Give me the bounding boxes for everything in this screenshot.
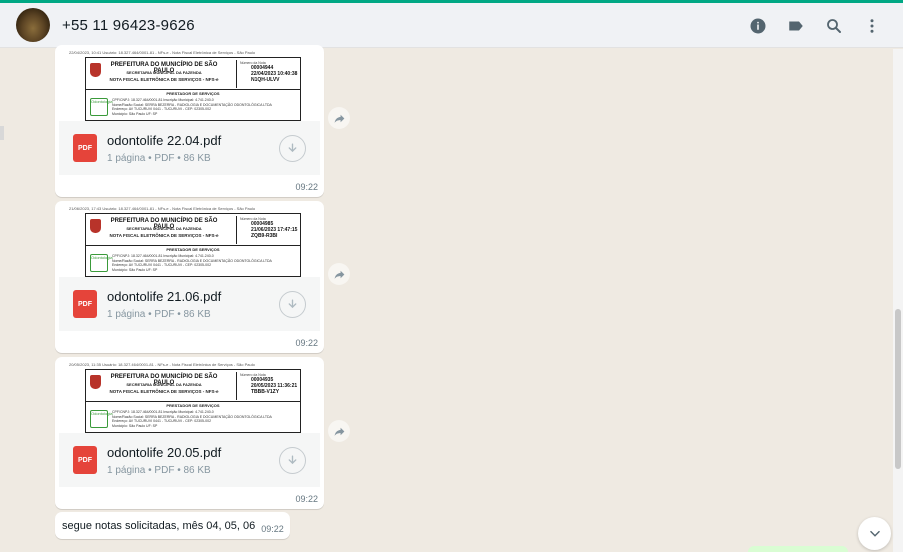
download-button[interactable] [279, 446, 306, 474]
message-time: 09:22 [295, 494, 318, 504]
info-icon [750, 18, 766, 33]
pdf-icon-label: PDF [78, 144, 92, 152]
preview-number-box: Número da Nota 00004944 22/04/2023 10:40… [236, 60, 298, 88]
preview-subtitle: SECRETARIA MUNICIPAL DA FAZENDA [126, 382, 202, 387]
preview-header-line: 20/05/2023, 11:35 Usuário: 18.327.464/00… [69, 362, 255, 367]
download-icon [288, 298, 297, 308]
menu-icon [870, 18, 874, 33]
file-info: odontolife 21.06.pdf 1 página • PDF • 86… [107, 289, 279, 320]
file-card[interactable]: PDF odontolife 21.06.pdf 1 página • PDF … [59, 277, 320, 331]
search-icon [827, 18, 841, 33]
pdf-icon: PDF [73, 290, 97, 318]
forward-icon [334, 114, 344, 123]
info-button[interactable] [739, 7, 777, 45]
preview-section: PRESTADOR DE SERVIÇOS [166, 403, 220, 408]
preview-frame: PREFEITURA DO MUNICÍPIO DE SÃO PAULO SEC… [85, 213, 301, 277]
preview-logo-text: Odontologia [91, 411, 113, 416]
preview-logo-text: Odontologia [91, 99, 113, 104]
document-preview[interactable]: 20/05/2023, 11:35 Usuário: 18.327.464/00… [59, 361, 320, 433]
file-info: odontolife 20.05.pdf 1 página • PDF • 86… [107, 445, 279, 476]
preview-nfs: NOTA FISCAL ELETRÔNICA DE SERVIÇOS - NFS… [109, 233, 219, 238]
file-meta: 1 página • PDF • 86 KB [107, 308, 211, 320]
forward-icon [334, 270, 344, 279]
preview-section: PRESTADOR DE SERVIÇOS [166, 91, 220, 96]
preview-header-line: 22/04/2023, 10:41 Usuário: 18.327.464/00… [69, 50, 256, 55]
preview-rows: CPF/CNPJ: 18.327.464/0001-81 Inscrição M… [112, 254, 272, 272]
preview-number-box: Número da Nota 00004985 21/06/2023 17:47… [236, 216, 298, 244]
coat-of-arms-icon [90, 375, 101, 389]
preview-number-box: Número da Nota 00004935 20/05/2023 11:36… [236, 372, 298, 400]
preview-divider [86, 89, 300, 90]
preview-row: Município: São Paulo UF: SP [112, 423, 158, 428]
message-time: 09:22 [295, 338, 318, 348]
pdf-icon: PDF [73, 134, 97, 162]
left-edge-tab [0, 126, 4, 140]
preview-frame: PREFEITURA DO MUNICÍPIO DE SÃO PAULO SEC… [85, 57, 301, 121]
scrollbar[interactable] [893, 49, 903, 552]
menu-button[interactable] [853, 7, 891, 45]
pdf-icon: PDF [73, 446, 97, 474]
forward-icon [334, 427, 344, 436]
file-meta: 1 página • PDF • 86 KB [107, 152, 211, 164]
document-message: 20/05/2023, 11:35 Usuário: 18.327.464/00… [55, 357, 324, 509]
document-message: 21/06/2023, 17:43 Usuário: 18.327.464/00… [55, 201, 324, 353]
download-icon [288, 142, 297, 152]
preview-header-line: 21/06/2023, 17:43 Usuário: 18.327.464/00… [69, 206, 256, 211]
avatar[interactable] [16, 8, 50, 42]
document-preview[interactable]: 21/06/2023, 17:43 Usuário: 18.327.464/00… [59, 205, 320, 277]
preview-code: N1QH-ULVV [251, 77, 280, 83]
preview-divider [86, 401, 300, 402]
preview-rows: CPF/CNPJ: 18.327.464/0001-81 Inscrição M… [112, 410, 272, 428]
label-button[interactable] [777, 7, 815, 45]
header-actions [739, 3, 891, 48]
preview-nfs: NOTA FISCAL ELETRÔNICA DE SERVIÇOS - NFS… [109, 389, 219, 394]
preview-subtitle: SECRETARIA MUNICIPAL DA FAZENDA [126, 70, 202, 75]
preview-row: Município: São Paulo UF: SP [112, 111, 158, 116]
file-name: odontolife 20.05.pdf [107, 444, 222, 460]
file-card[interactable]: PDF odontolife 20.05.pdf 1 página • PDF … [59, 433, 320, 487]
preview-logo-text: Odontologia [91, 255, 113, 260]
preview-subtitle: SECRETARIA MUNICIPAL DA FAZENDA [126, 226, 202, 231]
contact-name[interactable]: +55 11 96423-9626 [62, 17, 195, 34]
file-name: odontolife 22.04.pdf [107, 132, 222, 148]
preview-divider [86, 245, 300, 246]
search-button[interactable] [815, 7, 853, 45]
file-meta: 1 página • PDF • 86 KB [107, 464, 211, 476]
message-time: 09:22 [295, 182, 318, 192]
file-name: odontolife 21.06.pdf [107, 288, 222, 304]
preview-rows: CPF/CNPJ: 18.327.464/0001-81 Inscrição M… [112, 98, 272, 116]
coat-of-arms-icon [90, 63, 101, 77]
outgoing-bubble-peek [748, 546, 848, 552]
download-button[interactable] [279, 290, 306, 318]
download-button[interactable] [279, 134, 306, 162]
pdf-icon-label: PDF [78, 300, 92, 308]
document-preview[interactable]: 22/04/2023, 10:41 Usuário: 18.327.464/00… [59, 49, 320, 121]
message-time: 09:22 [261, 523, 284, 534]
forward-button[interactable] [328, 263, 350, 285]
chevron-down-icon [869, 530, 880, 537]
chat-header: +55 11 96423-9626 [0, 3, 903, 48]
preview-nfs: NOTA FISCAL ELETRÔNICA DE SERVIÇOS - NFS… [109, 77, 219, 82]
preview-logo: Odontologia [90, 98, 113, 116]
coat-of-arms-icon [90, 219, 101, 233]
preview-row: Município: São Paulo UF: SP [112, 267, 158, 272]
file-card[interactable]: PDF odontolife 22.04.pdf 1 página • PDF … [59, 121, 320, 175]
pdf-icon-label: PDF [78, 456, 92, 464]
text-message: segue notas solicitadas, mês 04, 05, 06 … [55, 512, 290, 539]
preview-code: TBBB-V1ZY [251, 389, 280, 395]
forward-button[interactable] [328, 107, 350, 129]
scroll-down-button[interactable] [858, 517, 891, 550]
preview-code: ZQB9-R3BI [251, 233, 278, 239]
preview-logo: Odontologia [90, 410, 113, 428]
forward-button[interactable] [328, 420, 350, 442]
download-icon [288, 454, 297, 464]
label-icon [789, 21, 803, 30]
preview-logo: Odontologia [90, 254, 113, 272]
message-text: segue notas solicitadas, mês 04, 05, 06 [62, 519, 256, 532]
preview-frame: PREFEITURA DO MUNICÍPIO DE SÃO PAULO SEC… [85, 369, 301, 433]
scrollbar-thumb[interactable] [895, 309, 901, 469]
preview-section: PRESTADOR DE SERVIÇOS [166, 247, 220, 252]
document-message: 22/04/2023, 10:41 Usuário: 18.327.464/00… [55, 45, 324, 197]
file-info: odontolife 22.04.pdf 1 página • PDF • 86… [107, 133, 279, 164]
